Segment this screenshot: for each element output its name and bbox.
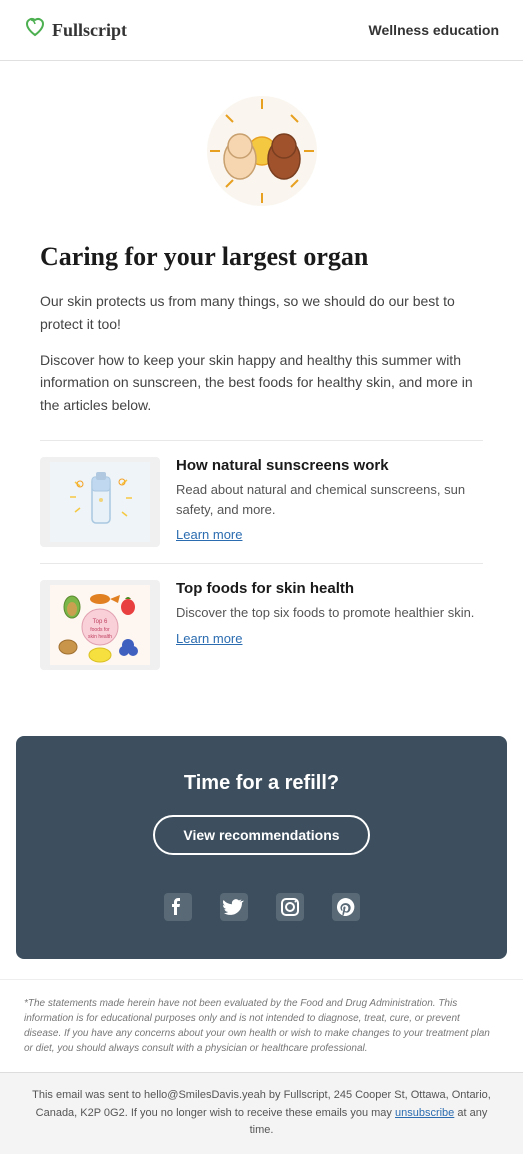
view-recommendations-button[interactable]: View recommendations — [153, 815, 369, 855]
article-card-1: How natural sunscreens work Read about n… — [40, 440, 483, 563]
footer: This email was sent to hello@SmilesDavis… — [0, 1072, 523, 1154]
instagram-icon[interactable] — [274, 891, 306, 923]
main-title: Caring for your largest organ — [40, 241, 483, 272]
pinterest-icon[interactable] — [330, 891, 362, 923]
svg-text:Top 6: Top 6 — [93, 619, 108, 625]
facebook-icon[interactable] — [162, 891, 194, 923]
article-info-2: Top foods for skin health Discover the t… — [176, 580, 483, 648]
twitter-icon[interactable] — [218, 891, 250, 923]
logo-icon — [24, 16, 46, 44]
logo: Fullscript — [24, 16, 127, 44]
article-thumbnail-2: Top 6 foods for skin health — [40, 580, 160, 670]
nav-wellness-education[interactable]: Wellness education — [369, 22, 499, 38]
learn-more-link-1[interactable]: Learn more — [176, 527, 242, 542]
social-icons — [40, 891, 483, 923]
learn-more-link-2[interactable]: Learn more — [176, 631, 242, 646]
cta-title: Time for a refill? — [40, 772, 483, 795]
logo-text: Fullscript — [52, 20, 127, 41]
email-wrapper: Fullscript Wellness education — [0, 0, 523, 1154]
hero-image — [0, 61, 523, 231]
article-card-2: Top 6 foods for skin health — [40, 563, 483, 686]
article-thumbnail-1 — [40, 457, 160, 547]
article-info-1: How natural sunscreens work Read about n… — [176, 457, 483, 544]
unsubscribe-link[interactable]: unsubscribe — [395, 1107, 454, 1119]
svg-text:foods for: foods for — [90, 627, 110, 633]
articles-section: How natural sunscreens work Read about n… — [40, 440, 483, 686]
hero-illustration — [202, 91, 322, 211]
svg-text:skin health: skin health — [88, 634, 112, 640]
disclaimer-text: *The statements made herein have not bee… — [24, 998, 490, 1054]
article-desc-1: Read about natural and chemical sunscree… — [176, 480, 483, 519]
article-desc-2: Discover the top six foods to promote he… — [176, 603, 483, 623]
intro-paragraph-2: Discover how to keep your skin happy and… — [40, 349, 483, 416]
cta-section: Time for a refill? View recommendations — [16, 736, 507, 959]
article-title-1: How natural sunscreens work — [176, 457, 483, 474]
main-content: Caring for your largest organ Our skin p… — [0, 231, 523, 716]
header: Fullscript Wellness education — [0, 0, 523, 61]
article-title-2: Top foods for skin health — [176, 580, 483, 597]
disclaimer: *The statements made herein have not bee… — [0, 979, 523, 1072]
intro-paragraph-1: Our skin protects us from many things, s… — [40, 290, 483, 335]
